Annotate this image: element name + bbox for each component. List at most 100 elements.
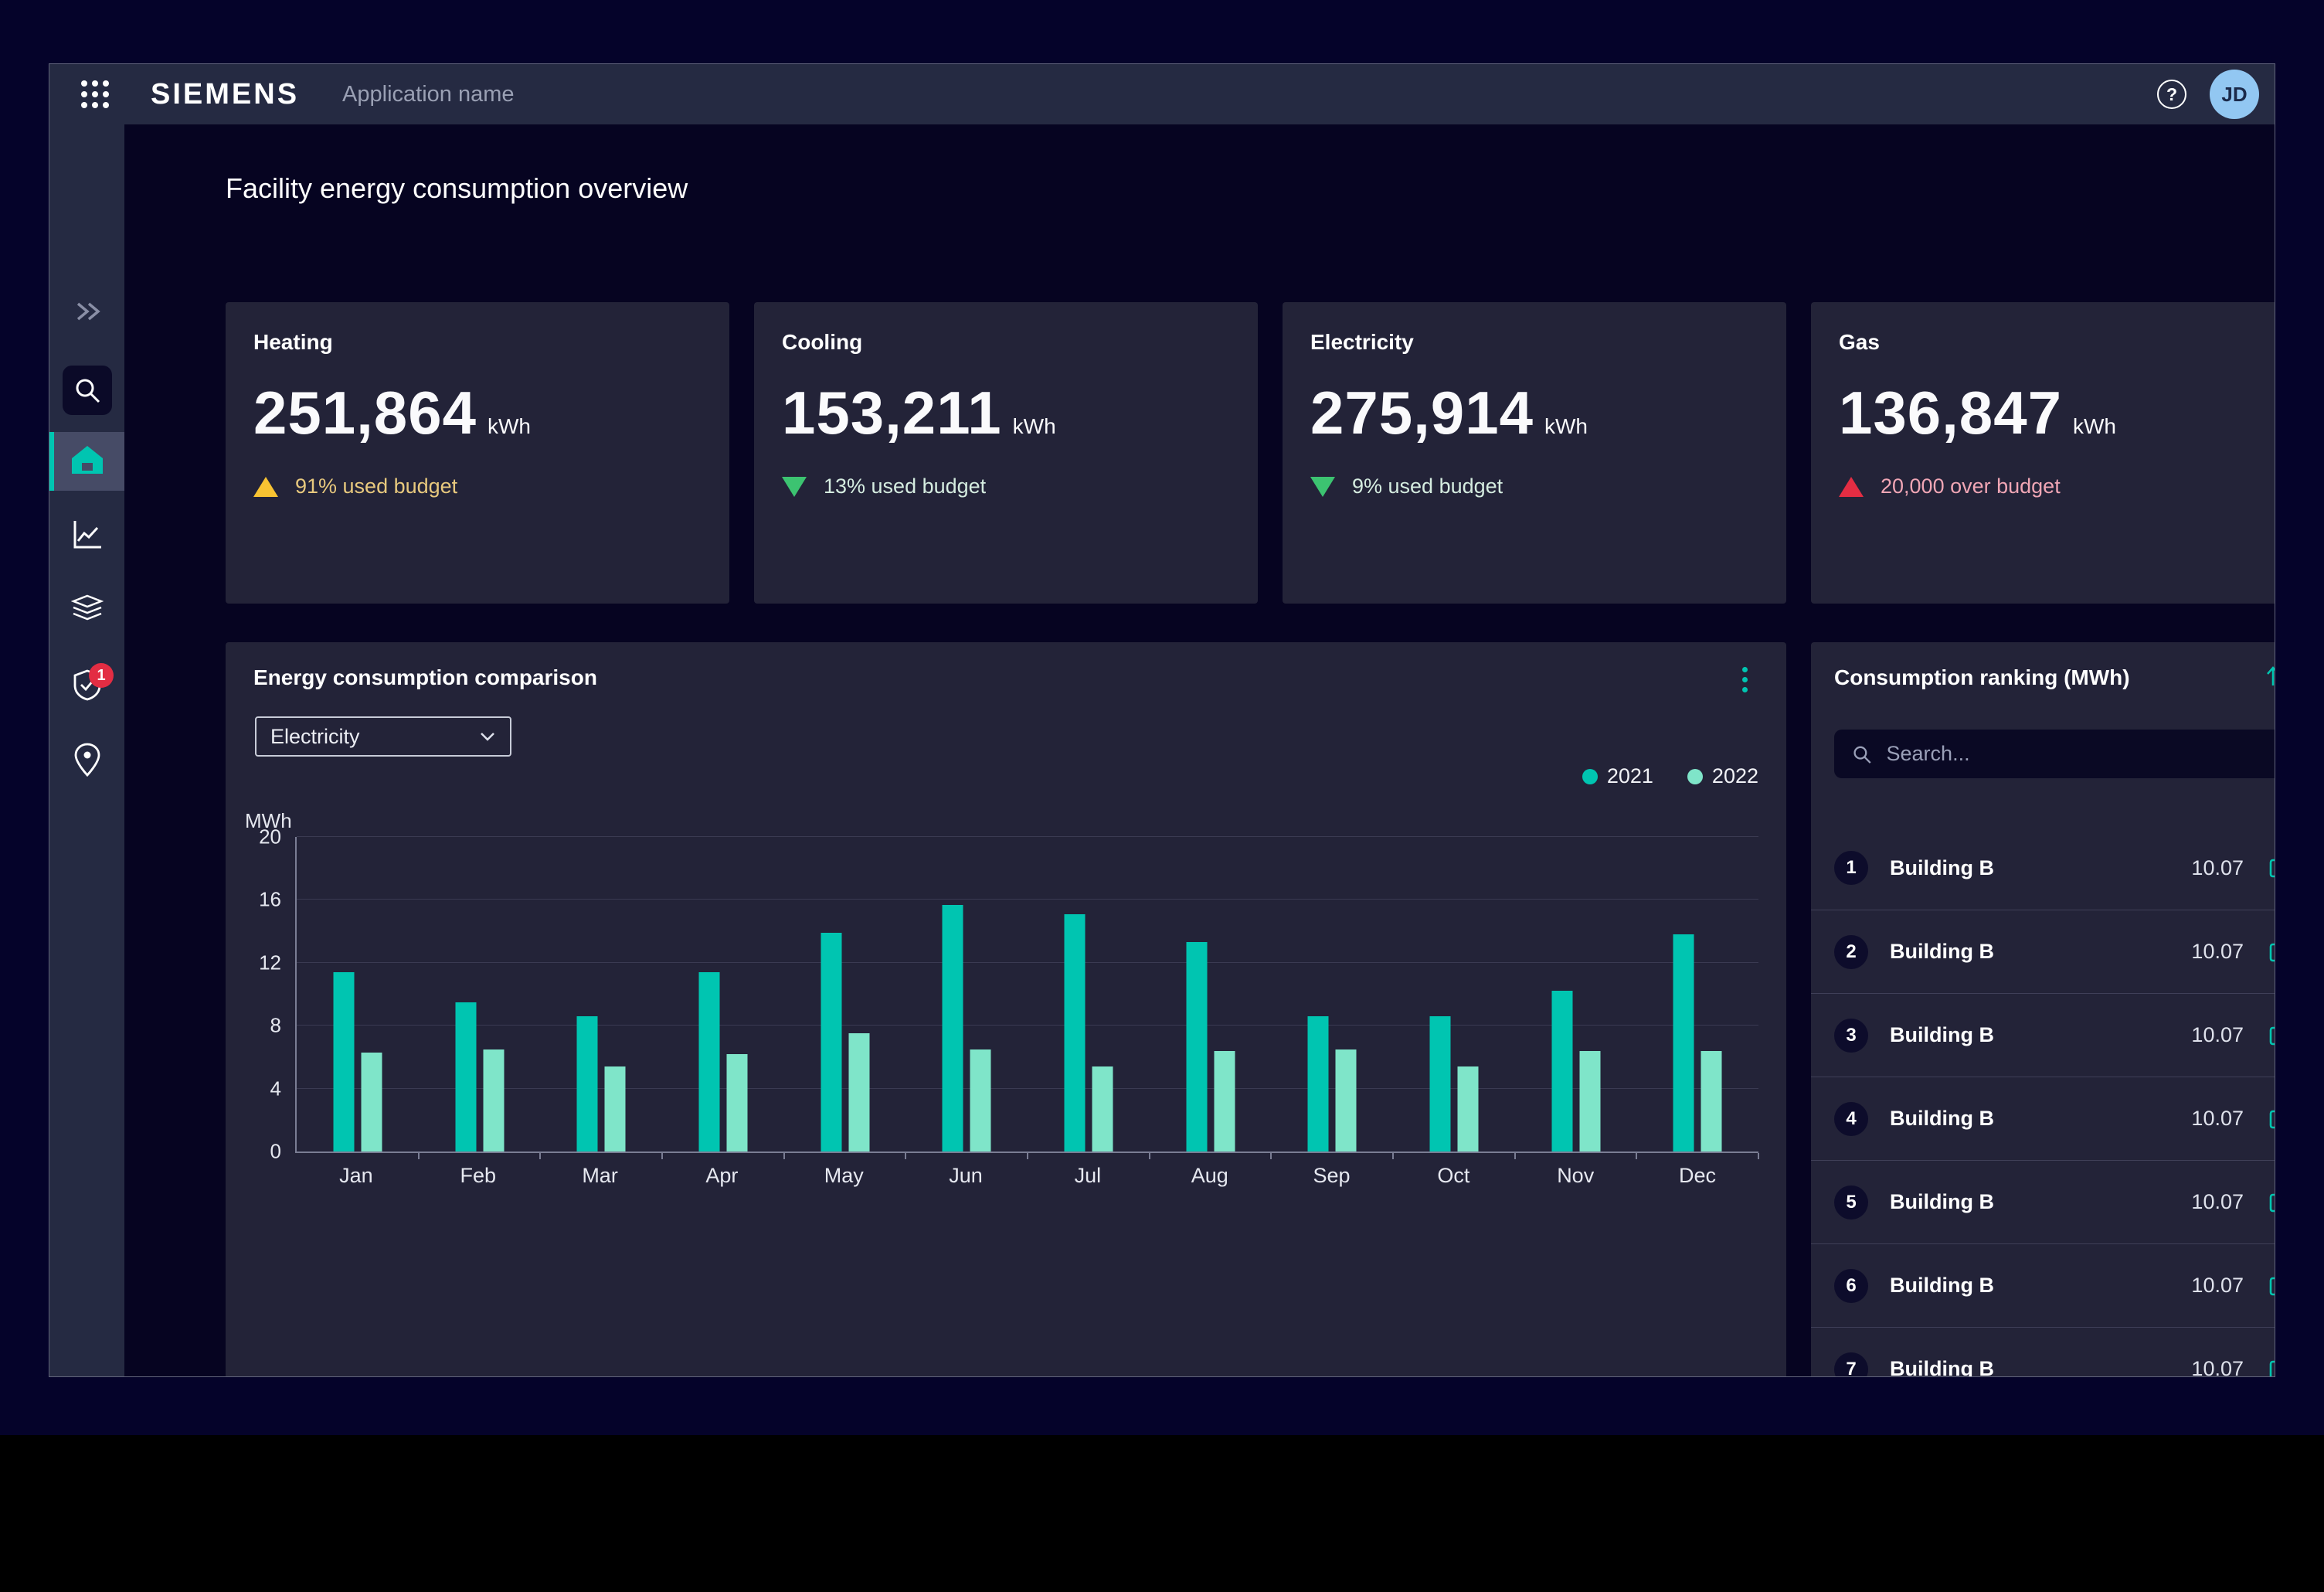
kpi-card-heating: Heating251,864kWh91% used budget [226,302,729,604]
legend-item-2021[interactable]: 2021 [1582,764,1653,788]
y-tick-label: 8 [235,1014,281,1038]
rank-number-badge: 4 [1834,1102,1868,1136]
dropdown-selected-value: Electricity [270,725,479,749]
sidebar-item-home[interactable] [49,432,124,491]
ranking-row-3[interactable]: 3Building B10.07 [1811,993,2275,1077]
legend-label: 2021 [1607,764,1653,788]
ranking-row-6[interactable]: 6Building B10.07 [1811,1243,2275,1327]
bar-2021-jun [943,905,963,1151]
external-link-icon[interactable] [2267,1107,2275,1131]
kpi-value: 275,914 [1310,378,1534,448]
search-input[interactable] [1887,742,2275,766]
x-tick [1392,1153,1394,1159]
x-tick [539,1153,541,1159]
avatar[interactable]: JD [2210,70,2259,119]
notification-badge: 1 [89,663,114,688]
x-tick [1514,1153,1516,1159]
sidebar-item-location[interactable] [49,732,124,791]
external-link-icon[interactable] [2267,856,2275,880]
ranking-row-7[interactable]: 7Building B10.07 [1811,1327,2275,1377]
help-button[interactable]: ? [2157,80,2186,109]
rank-number-badge: 6 [1834,1269,1868,1303]
bar-2022-may [848,1033,869,1151]
kpi-card-row: Heating251,864kWh91% used budget Cooling 1… [226,302,2275,604]
bar-2021-dec [1673,934,1694,1151]
x-tick [1758,1153,1759,1159]
consumption-value: 10.07 [2191,1190,2244,1214]
triangle-down-icon [1310,477,1335,497]
kpi-unit: kWh [1013,414,1056,439]
location-pin-icon [73,743,101,781]
bar-chart-plot: 048121620 [295,837,1758,1153]
ranking-row-1[interactable]: 1Building B10.07 [1811,826,2275,910]
month-slot-apr [662,837,784,1151]
app-launcher-button[interactable] [78,77,112,111]
bar-2022-nov [1579,1051,1600,1151]
ranking-title: Consumption ranking (MWh) [1834,665,2130,690]
kpi-label: Gas [1839,330,2275,355]
sidebar-item-compliance[interactable]: 1 [49,657,124,716]
x-axis-label-feb: Feb [417,1164,539,1188]
ranking-row-5[interactable]: 5Building B10.07 [1811,1160,2275,1243]
bar-slots [297,837,1758,1151]
line-chart-icon [72,519,103,554]
sidebar-item-analytics[interactable] [49,507,124,566]
kebab-menu-icon[interactable] [1729,661,1760,698]
layers-icon [71,594,104,629]
sidebar-collapse[interactable] [49,284,124,342]
sidebar-item-layers[interactable] [49,582,124,641]
ranking-row-4[interactable]: 4Building B10.07 [1811,1077,2275,1160]
legend-dot [1582,769,1598,784]
x-axis-label-mar: Mar [539,1164,661,1188]
building-name: Building B [1890,940,2191,964]
month-slot-dec [1636,837,1758,1151]
x-axis-label-jan: Jan [295,1164,417,1188]
kpi-card-electricity: Electricity275,914kWh9% used budget [1283,302,1786,604]
rank-number-badge: 2 [1834,935,1868,969]
legend-item-2022[interactable]: 2022 [1687,764,1758,788]
month-slot-jan [297,837,419,1151]
bar-2021-mar [577,1016,598,1151]
month-slot-jul [1028,837,1150,1151]
external-link-icon[interactable] [2267,1190,2275,1215]
external-link-icon[interactable] [2267,1357,2275,1378]
bar-2022-mar [605,1066,626,1151]
building-name: Building B [1890,1023,2191,1047]
bar-2022-feb [483,1049,504,1151]
chart-legend: 2021 2022 [1582,764,1758,788]
external-link-icon[interactable] [2267,1274,2275,1298]
kpi-label: Cooling [782,330,1230,355]
x-tick [1636,1153,1637,1159]
bar-2021-apr [698,972,719,1151]
kpi-value: 136,847 [1839,378,2062,448]
application-name: Application name [342,82,514,107]
consumption-value: 10.07 [2191,940,2244,964]
x-tick [783,1153,785,1159]
bar-2022-jun [970,1049,991,1151]
x-tick [905,1153,906,1159]
sidebar: 1 [49,124,124,1377]
kpi-status-text: 9% used budget [1352,475,1503,498]
x-tick [1027,1153,1028,1159]
sort-icon[interactable] [2264,662,2275,693]
triangle-down-icon [782,477,807,497]
external-link-icon[interactable] [2267,1023,2275,1048]
kpi-status-text: 91% used budget [295,475,457,498]
rank-number-badge: 3 [1834,1019,1868,1053]
building-name: Building B [1890,1190,2191,1214]
external-link-icon[interactable] [2267,940,2275,964]
bar-2022-aug [1214,1051,1235,1151]
bar-2022-apr [726,1054,747,1151]
bar-2022-jan [361,1053,382,1151]
building-name: Building B [1890,1107,2191,1131]
bottom-letterbox [0,1435,2324,1592]
collapse-chevrons-icon [72,299,103,328]
search-icon [63,366,112,415]
y-tick-label: 4 [235,1077,281,1100]
search-icon [1851,743,1873,766]
energy-type-dropdown[interactable]: Electricity [255,716,511,757]
x-tick [661,1153,663,1159]
sidebar-item-search[interactable] [49,361,124,420]
y-tick-label: 20 [235,825,281,849]
ranking-row-2[interactable]: 2 Building B10.07 [1811,910,2275,993]
